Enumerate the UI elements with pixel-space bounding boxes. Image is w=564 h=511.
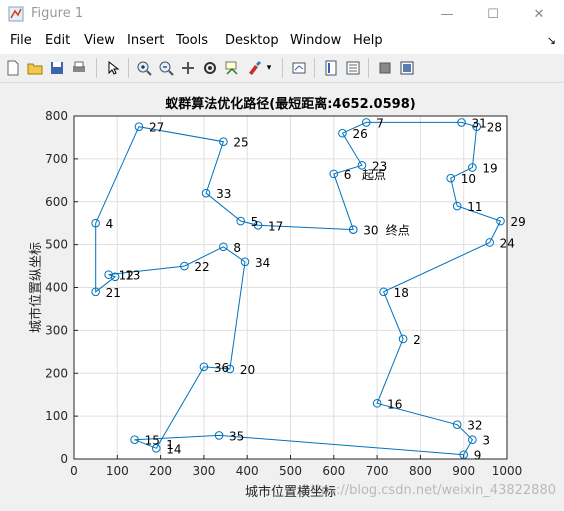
city-label: 7 [376, 116, 384, 130]
open-file-icon[interactable] [26, 59, 44, 77]
menu-help[interactable]: Help [353, 33, 383, 48]
close-button[interactable]: ✕ [516, 0, 562, 28]
menu-view[interactable]: View [84, 33, 115, 48]
route-plot: 0 100 200 300 400 500 600 700 800 900 1000 0 100 200 3… [28, 96, 526, 500]
window-titlebar: Figure 1 — ☐ ✕ [0, 0, 564, 28]
show-plot-tools-icon[interactable] [398, 59, 416, 77]
y-tick-label: 700 [45, 152, 68, 166]
city-label: 5 [251, 215, 259, 229]
y-tick-label: 300 [45, 323, 68, 337]
pan-icon[interactable] [179, 59, 197, 77]
menu-file[interactable]: File [10, 33, 32, 48]
menu-tools[interactable]: Tools [176, 33, 208, 48]
city-label: 19 [482, 161, 497, 175]
x-tick-label: 700 [366, 464, 389, 478]
y-axis-label: 城市位置纵坐标 [28, 242, 44, 333]
x-tick-label: 500 [279, 464, 302, 478]
route-annotation: 终点 [386, 223, 410, 238]
city-label: 31 [472, 116, 487, 130]
menu-insert[interactable]: Insert [127, 33, 164, 48]
y-tick-label: 800 [45, 109, 68, 123]
chart-title: 蚁群算法优化路径(最短距离:4652.0598) [165, 96, 415, 112]
city-label: 3 [482, 434, 490, 448]
x-tick-label: 200 [149, 464, 172, 478]
hide-plot-tools-icon[interactable] [376, 59, 394, 77]
city-label: 16 [387, 397, 402, 411]
city-label: 21 [106, 286, 121, 300]
city-label: 27 [149, 121, 164, 135]
route-annotation: 起点 [362, 168, 386, 182]
x-tick-label: 800 [409, 464, 432, 478]
matlab-figure-icon [8, 6, 24, 22]
city-label: 2 [413, 333, 421, 347]
brush-dropdown-icon[interactable]: ▾ [264, 59, 274, 77]
y-tick-label: 100 [45, 409, 68, 423]
figure-toolbar: ▾ [0, 54, 564, 83]
y-tick-label: 0 [60, 452, 68, 466]
city-label: 14 [166, 442, 181, 456]
data-cursor-icon[interactable] [223, 59, 241, 77]
watermark-text: https://blog.csdn.net/weixin_43822880 [302, 483, 556, 498]
city-label: 18 [394, 286, 409, 300]
minimize-button[interactable]: — [424, 0, 470, 28]
pointer-icon[interactable] [104, 59, 122, 77]
x-tick-label: 300 [192, 464, 215, 478]
print-icon[interactable] [70, 59, 88, 77]
city-label: 8 [233, 241, 241, 255]
y-tick-label: 200 [45, 366, 68, 380]
y-tick-label: 400 [45, 281, 68, 295]
city-label: 26 [352, 127, 367, 141]
city-label: 4 [106, 217, 114, 231]
insert-colorbar-icon[interactable] [322, 59, 340, 77]
city-label: 35 [229, 429, 244, 443]
zoom-out-icon[interactable] [157, 59, 175, 77]
y-tick-label: 600 [45, 195, 68, 209]
y-tick-label: 500 [45, 238, 68, 252]
city-label: 17 [268, 219, 283, 233]
city-label: 25 [233, 136, 248, 150]
city-label: 13 [125, 269, 140, 283]
city-label: 6 [344, 168, 352, 182]
city-label: 34 [255, 256, 270, 270]
dock-arrow-icon[interactable]: ↘ [547, 34, 556, 47]
city-label: 24 [500, 236, 515, 250]
new-figure-icon[interactable] [4, 59, 22, 77]
city-label: 28 [487, 121, 502, 135]
city-label: 36 [214, 361, 229, 375]
rotate-3d-icon[interactable] [201, 59, 219, 77]
insert-legend-icon[interactable] [344, 59, 362, 77]
link-plot-icon[interactable] [290, 59, 308, 77]
city-label: 11 [467, 200, 482, 214]
city-label: 22 [194, 260, 209, 274]
zoom-in-icon[interactable] [135, 59, 153, 77]
menu-edit[interactable]: Edit [45, 33, 70, 48]
x-tick-label: 0 [70, 464, 78, 478]
x-tick-label: 1000 [492, 464, 523, 478]
x-tick-label: 900 [452, 464, 475, 478]
city-label: 20 [240, 363, 255, 377]
city-label: 30 [363, 224, 378, 238]
city-label: 9 [474, 449, 482, 463]
city-label: 32 [467, 419, 482, 433]
city-label: 29 [511, 215, 526, 229]
menu-window[interactable]: Window [290, 33, 341, 48]
window-title: Figure 1 [31, 6, 84, 21]
menu-bar: File Edit View Insert Tools Desktop Wind… [0, 28, 564, 54]
city-label: 15 [145, 434, 160, 448]
menu-desktop[interactable]: Desktop [225, 33, 279, 48]
x-tick-label: 100 [106, 464, 129, 478]
x-tick-label: 600 [322, 464, 345, 478]
city-label: 10 [461, 172, 476, 186]
maximize-button[interactable]: ☐ [470, 0, 516, 28]
x-tick-label: 400 [236, 464, 259, 478]
brush-icon[interactable] [245, 59, 263, 77]
save-icon[interactable] [48, 59, 66, 77]
city-label: 33 [216, 187, 231, 201]
figure-canvas: 0 100 200 300 400 500 600 700 800 900 1000 0 100 200 3… [0, 83, 564, 508]
